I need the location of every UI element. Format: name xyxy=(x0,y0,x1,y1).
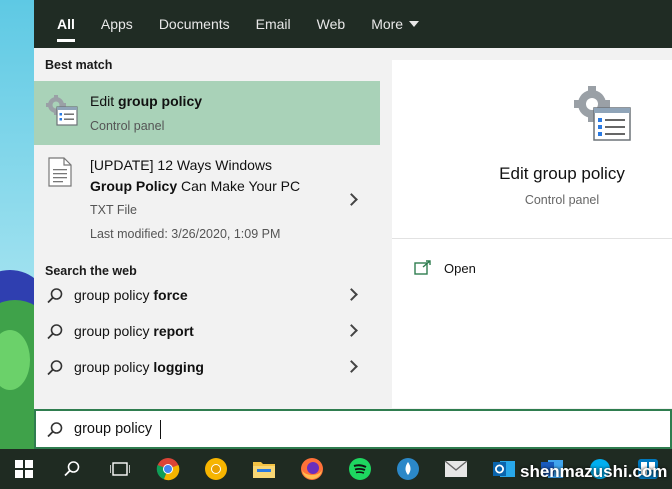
search-icon xyxy=(46,287,64,310)
web-suggestion[interactable]: group policy logging xyxy=(34,350,380,384)
divider xyxy=(392,238,672,239)
results-list: Best match Edit group policy Control pan… xyxy=(34,48,380,408)
document-type: TXT File xyxy=(90,203,137,217)
mail-icon[interactable] xyxy=(432,449,480,489)
search-icon xyxy=(46,323,64,346)
best-match-heading: Best match xyxy=(45,58,113,72)
preview-subtitle: Control panel xyxy=(524,193,600,207)
title-match: Group Policy xyxy=(90,178,178,194)
task-view-icon[interactable] xyxy=(96,449,144,489)
best-match-subtitle: Control panel xyxy=(90,119,165,133)
web-suggestion-text: group policy force xyxy=(74,287,188,303)
tab-label: Email xyxy=(255,16,291,32)
tab-all[interactable]: All xyxy=(44,0,88,48)
tab-label: Apps xyxy=(100,16,133,32)
open-label: Open xyxy=(444,261,476,276)
text-file-icon xyxy=(48,157,72,192)
search-icon xyxy=(46,421,64,444)
wallpaper-sky xyxy=(0,0,34,300)
suggestion-prefix: group policy xyxy=(74,323,154,339)
document-modified: Last modified: 3/26/2020, 1:09 PM xyxy=(90,227,281,241)
tab-label: Documents xyxy=(158,16,230,32)
tab-label: All xyxy=(57,16,75,32)
search-input[interactable] xyxy=(74,418,474,440)
chevron-right-icon[interactable] xyxy=(345,288,358,301)
spotify-icon[interactable] xyxy=(336,449,384,489)
document-result[interactable]: [UPDATE] 12 Ways Windows Group Policy Ca… xyxy=(34,145,380,255)
web-suggestion-text: group policy report xyxy=(74,323,194,339)
web-suggestion[interactable]: group policy report xyxy=(34,314,380,348)
windows-start-icon[interactable] xyxy=(0,449,48,489)
suggestion-completion: force xyxy=(153,287,188,303)
search-filter-bar: All Apps Documents Email Web More xyxy=(34,0,672,48)
preview-pane: Edit group policy Control panel Open xyxy=(392,60,672,408)
suggestion-completion: report xyxy=(153,323,194,339)
suggestion-completion: logging xyxy=(153,359,204,375)
file-explorer-icon[interactable] xyxy=(240,449,288,489)
title-prefix: Edit xyxy=(90,93,119,109)
chevron-down-icon xyxy=(409,21,420,27)
best-match-title: Edit group policy xyxy=(90,93,202,109)
group-policy-icon xyxy=(572,84,634,151)
open-icon xyxy=(414,260,432,281)
document-title-line2: Group Policy Can Make Your PC xyxy=(90,178,300,194)
tab-apps[interactable]: Apps xyxy=(88,0,146,48)
search-panel: All Apps Documents Email Web More Best m… xyxy=(34,0,672,449)
search-box[interactable] xyxy=(34,409,672,449)
tab-web[interactable]: Web xyxy=(304,0,359,48)
chevron-right-icon[interactable] xyxy=(345,324,358,337)
group-policy-icon xyxy=(45,94,79,133)
chrome-canary-icon[interactable] xyxy=(192,449,240,489)
search-web-heading: Search the web xyxy=(45,264,137,278)
preview-title: Edit group policy xyxy=(499,164,625,183)
title-rest: Can Make Your PC xyxy=(177,178,301,194)
suggestion-prefix: group policy xyxy=(74,287,154,303)
web-suggestion-text: group policy logging xyxy=(74,359,204,375)
open-action[interactable]: Open xyxy=(414,258,534,280)
best-match-result[interactable]: Edit group policy Control panel xyxy=(34,81,380,145)
firefox-icon[interactable] xyxy=(288,449,336,489)
search-icon xyxy=(46,359,64,382)
web-suggestion[interactable]: group policy force xyxy=(34,278,380,312)
chevron-right-icon[interactable] xyxy=(345,193,358,206)
tab-label: More xyxy=(371,16,404,32)
tab-documents[interactable]: Documents xyxy=(146,0,243,48)
chrome-icon[interactable] xyxy=(144,449,192,489)
text-cursor xyxy=(160,420,161,439)
tab-email[interactable]: Email xyxy=(243,0,304,48)
document-title-line1: [UPDATE] 12 Ways Windows xyxy=(90,157,273,173)
title-match: group policy xyxy=(118,93,203,109)
tab-label: Web xyxy=(316,16,346,32)
search-icon[interactable] xyxy=(48,449,96,489)
chevron-right-icon[interactable] xyxy=(345,360,358,373)
tab-more[interactable]: More xyxy=(358,0,432,48)
suggestion-prefix: group policy xyxy=(74,359,154,375)
water-drop-app-icon[interactable] xyxy=(384,449,432,489)
watermark-text: shenmazushi.com xyxy=(520,462,668,481)
